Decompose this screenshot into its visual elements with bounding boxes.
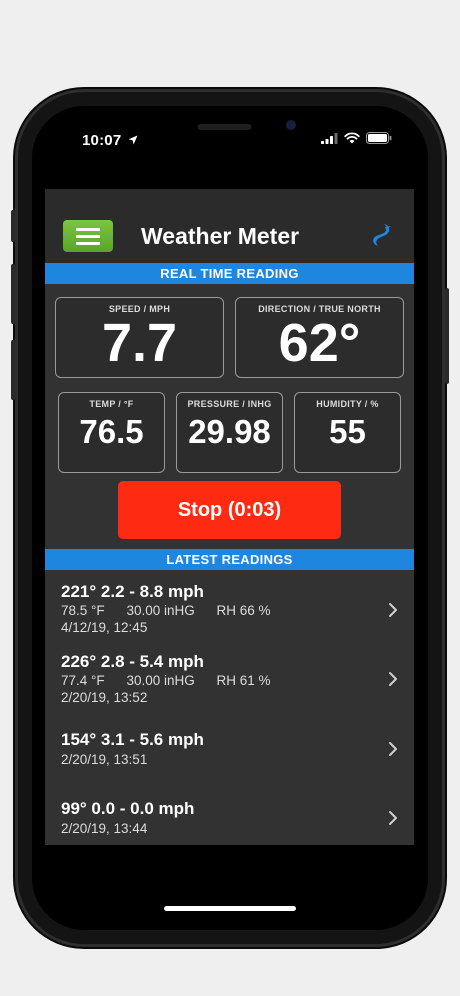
volume-up-button — [11, 264, 15, 324]
latest-readings-header: LATEST READINGS — [45, 549, 414, 570]
status-time: 10:07 — [82, 132, 138, 149]
volume-down-button — [11, 340, 15, 400]
status-time-text: 10:07 — [82, 132, 122, 149]
direction-tile: DIRECTION / TRUE NORTH 62° — [235, 297, 404, 378]
reading-pressure: 30.00 inHG — [126, 603, 195, 618]
reading-temp: 77.4 °F — [61, 673, 105, 688]
reading-title: 154° 3.1 - 5.6 mph — [61, 730, 204, 749]
notch — [125, 106, 335, 136]
reading-datetime: 2/20/19, 13:44 — [61, 821, 148, 836]
reading-list-item[interactable]: 154° 3.1 - 5.6 mph 2/20/19, 13:51 — [45, 718, 414, 786]
humidity-label: HUMIDITY / % — [316, 399, 379, 409]
humidity-tile: HUMIDITY / % 55 — [294, 392, 401, 473]
direction-value: 62° — [278, 313, 361, 373]
reading-details: 77.4 °F 30.00 inHG RH 61 % — [61, 673, 289, 688]
temperature-label: TEMP / °F — [89, 399, 134, 409]
reading-list-item[interactable]: 226° 2.8 - 5.4 mph 77.4 °F 30.00 inHG RH… — [45, 640, 414, 708]
temperature-value: 76.5 — [79, 413, 144, 450]
hamburger-menu-icon — [76, 227, 100, 231]
pressure-value: 29.98 — [188, 413, 271, 450]
reading-datetime: 4/12/19, 12:45 — [61, 620, 148, 635]
chevron-right-icon — [389, 672, 397, 686]
app-screen: Weather Meter REAL TIME READING SPEED / … — [45, 189, 414, 845]
chevron-right-icon — [389, 603, 397, 617]
wifi-icon — [344, 132, 360, 144]
chevron-right-icon — [389, 742, 397, 756]
reading-temp: 78.5 °F — [61, 603, 105, 618]
wind-logo-icon — [373, 224, 391, 246]
front-camera — [286, 120, 296, 130]
reading-pressure: 30.00 inHG — [126, 673, 195, 688]
reading-details: 78.5 °F 30.00 inHG RH 66 % — [61, 603, 289, 618]
realtime-section-header: REAL TIME READING — [45, 263, 414, 284]
app-header: Weather Meter — [45, 189, 414, 263]
reading-datetime: 2/20/19, 13:51 — [61, 752, 148, 767]
reading-list-item[interactable]: 221° 2.2 - 8.8 mph 78.5 °F 30.00 inHG RH… — [45, 570, 414, 638]
reading-title: 99° 0.0 - 0.0 mph — [61, 799, 195, 818]
pressure-label: PRESSURE / INHG — [187, 399, 272, 409]
reading-list-item[interactable]: 99° 0.0 - 0.0 mph 2/20/19, 13:44 — [45, 787, 414, 845]
reading-humidity: RH 61 % — [216, 673, 271, 688]
stop-button[interactable]: Stop (0:03) — [118, 481, 341, 539]
speed-tile: SPEED / MPH 7.7 — [55, 297, 224, 378]
temperature-tile: TEMP / °F 76.5 — [58, 392, 165, 473]
reading-datetime: 2/20/19, 13:52 — [61, 690, 148, 705]
hamburger-menu-button[interactable] — [63, 220, 113, 252]
battery-icon — [366, 132, 392, 144]
hamburger-line — [76, 241, 100, 245]
cellular-signal-icon — [321, 132, 338, 144]
reading-humidity: RH 66 % — [216, 603, 271, 618]
earpiece-speaker — [197, 124, 252, 130]
reading-title: 221° 2.2 - 8.8 mph — [61, 582, 204, 601]
humidity-value: 55 — [329, 413, 366, 450]
status-icons — [321, 132, 392, 144]
pressure-tile: PRESSURE / INHG 29.98 — [176, 392, 283, 473]
chevron-right-icon — [389, 811, 397, 825]
reading-title: 226° 2.8 - 5.4 mph — [61, 652, 204, 671]
home-indicator[interactable] — [164, 906, 296, 911]
mute-switch — [11, 210, 15, 242]
location-arrow-icon — [128, 135, 138, 145]
hamburger-line — [76, 234, 100, 238]
app-title: Weather Meter — [141, 223, 300, 249]
power-button — [445, 288, 449, 384]
speed-value: 7.7 — [101, 313, 178, 373]
